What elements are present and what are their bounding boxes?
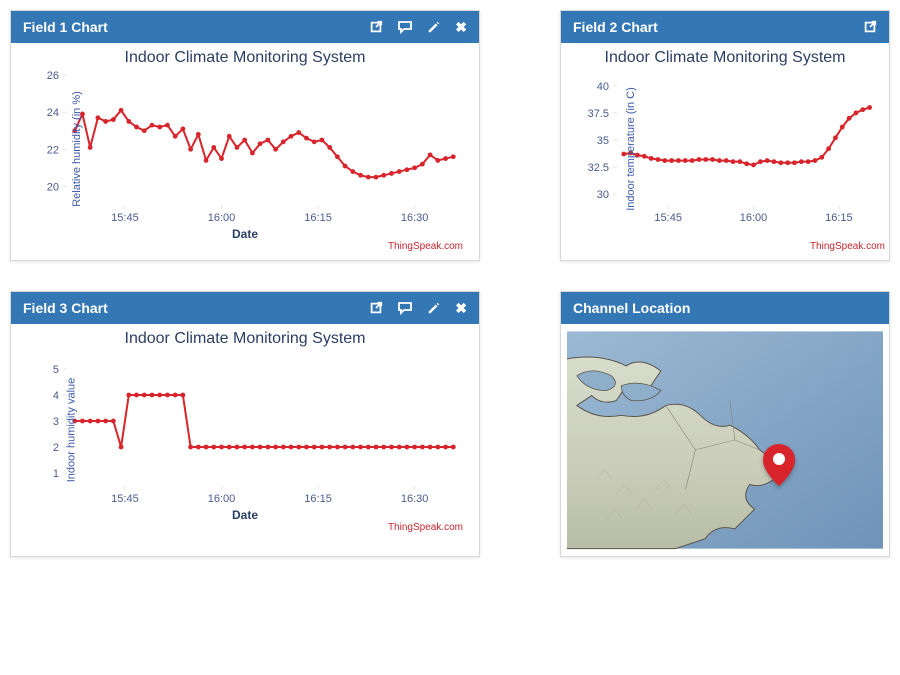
panel-body-field3: Indoor Climate Monitoring System Indoor … bbox=[11, 324, 479, 556]
popout-icon[interactable] bbox=[863, 20, 877, 34]
svg-text:37.5: 37.5 bbox=[588, 108, 609, 120]
chart-title: Indoor Climate Monitoring System bbox=[571, 49, 879, 67]
svg-text:16:30: 16:30 bbox=[401, 212, 429, 224]
edit-icon[interactable] bbox=[427, 20, 441, 34]
svg-text:35: 35 bbox=[597, 135, 609, 147]
svg-text:16:15: 16:15 bbox=[304, 493, 332, 505]
svg-text:2: 2 bbox=[53, 442, 59, 454]
comment-icon[interactable] bbox=[397, 301, 413, 315]
panel-location: Channel Location bbox=[560, 291, 890, 557]
map-illustration bbox=[567, 330, 883, 550]
comment-icon[interactable] bbox=[397, 20, 413, 34]
chart-plot: 20 22 24 26 15:45 16:00 16:15 16:30 bbox=[21, 69, 469, 229]
svg-text:15:45: 15:45 bbox=[111, 493, 139, 505]
svg-text:16:30: 16:30 bbox=[401, 493, 429, 505]
chart-plot: 30 32.5 35 37.5 40 15:45 16:00 16:15 bbox=[571, 69, 881, 229]
close-icon[interactable]: ✖ bbox=[455, 20, 467, 34]
svg-text:30: 30 bbox=[597, 189, 609, 201]
y-axis-label: Relative humidity (in %) bbox=[71, 91, 83, 207]
panel-header-icons: ✖ bbox=[369, 20, 467, 34]
svg-text:16:00: 16:00 bbox=[740, 212, 768, 224]
y-axis-label: Indoor temperature (in C) bbox=[625, 87, 637, 211]
panel-title: Field 3 Chart bbox=[23, 300, 108, 316]
svg-text:16:15: 16:15 bbox=[825, 212, 853, 224]
panel-header-icons bbox=[863, 20, 877, 34]
panel-field2: Field 2 Chart Indoor Climate Monitoring … bbox=[560, 10, 890, 261]
attribution-link[interactable]: ThingSpeak.com bbox=[571, 241, 885, 256]
svg-text:3: 3 bbox=[53, 416, 59, 428]
attribution-link[interactable]: ThingSpeak.com bbox=[21, 241, 469, 256]
panel-header-field2: Field 2 Chart bbox=[561, 11, 889, 43]
svg-text:15:45: 15:45 bbox=[654, 212, 682, 224]
panel-header-icons: ✖ bbox=[369, 301, 467, 315]
map-canvas[interactable] bbox=[567, 330, 883, 550]
svg-text:32.5: 32.5 bbox=[588, 162, 609, 174]
panel-field3: Field 3 Chart ✖ Indoor Climate Monitorin… bbox=[10, 291, 480, 557]
panel-body-location bbox=[561, 324, 889, 556]
panel-title: Field 1 Chart bbox=[23, 19, 108, 35]
chart-title: Indoor Climate Monitoring System bbox=[21, 330, 469, 348]
svg-text:24: 24 bbox=[47, 107, 59, 119]
attribution-link[interactable]: ThingSpeak.com bbox=[21, 522, 469, 537]
svg-text:15:45: 15:45 bbox=[111, 212, 139, 224]
panel-body-field1: Indoor Climate Monitoring System Relativ… bbox=[11, 43, 479, 260]
popout-icon[interactable] bbox=[369, 301, 383, 315]
panel-header-location: Channel Location bbox=[561, 292, 889, 324]
x-axis-label: Date bbox=[21, 508, 469, 522]
panel-body-field2: Indoor Climate Monitoring System Indoor … bbox=[561, 43, 889, 260]
svg-text:40: 40 bbox=[597, 81, 609, 93]
panel-header-field1: Field 1 Chart ✖ bbox=[11, 11, 479, 43]
x-axis-label: Date bbox=[21, 227, 469, 241]
svg-text:1: 1 bbox=[53, 468, 59, 480]
panel-field1: Field 1 Chart ✖ Indoor Climate Monitorin… bbox=[10, 10, 480, 261]
svg-text:16:15: 16:15 bbox=[304, 212, 332, 224]
svg-text:26: 26 bbox=[47, 70, 59, 82]
svg-text:5: 5 bbox=[53, 364, 59, 376]
close-icon[interactable]: ✖ bbox=[455, 301, 467, 315]
svg-text:16:00: 16:00 bbox=[208, 212, 236, 224]
svg-text:22: 22 bbox=[47, 144, 59, 156]
map-marker-icon bbox=[763, 444, 795, 491]
edit-icon[interactable] bbox=[427, 301, 441, 315]
y-axis-label: Indoor humidity value bbox=[65, 378, 77, 483]
chart-plot: 1 2 3 4 5 15:45 16:00 16:15 16:30 bbox=[21, 350, 469, 510]
panel-header-field3: Field 3 Chart ✖ bbox=[11, 292, 479, 324]
chart-title: Indoor Climate Monitoring System bbox=[21, 49, 469, 67]
panel-title: Channel Location bbox=[573, 300, 690, 316]
popout-icon[interactable] bbox=[369, 20, 383, 34]
svg-text:16:00: 16:00 bbox=[208, 493, 236, 505]
panel-title: Field 2 Chart bbox=[573, 19, 658, 35]
svg-text:20: 20 bbox=[47, 181, 59, 193]
svg-text:4: 4 bbox=[53, 390, 59, 402]
